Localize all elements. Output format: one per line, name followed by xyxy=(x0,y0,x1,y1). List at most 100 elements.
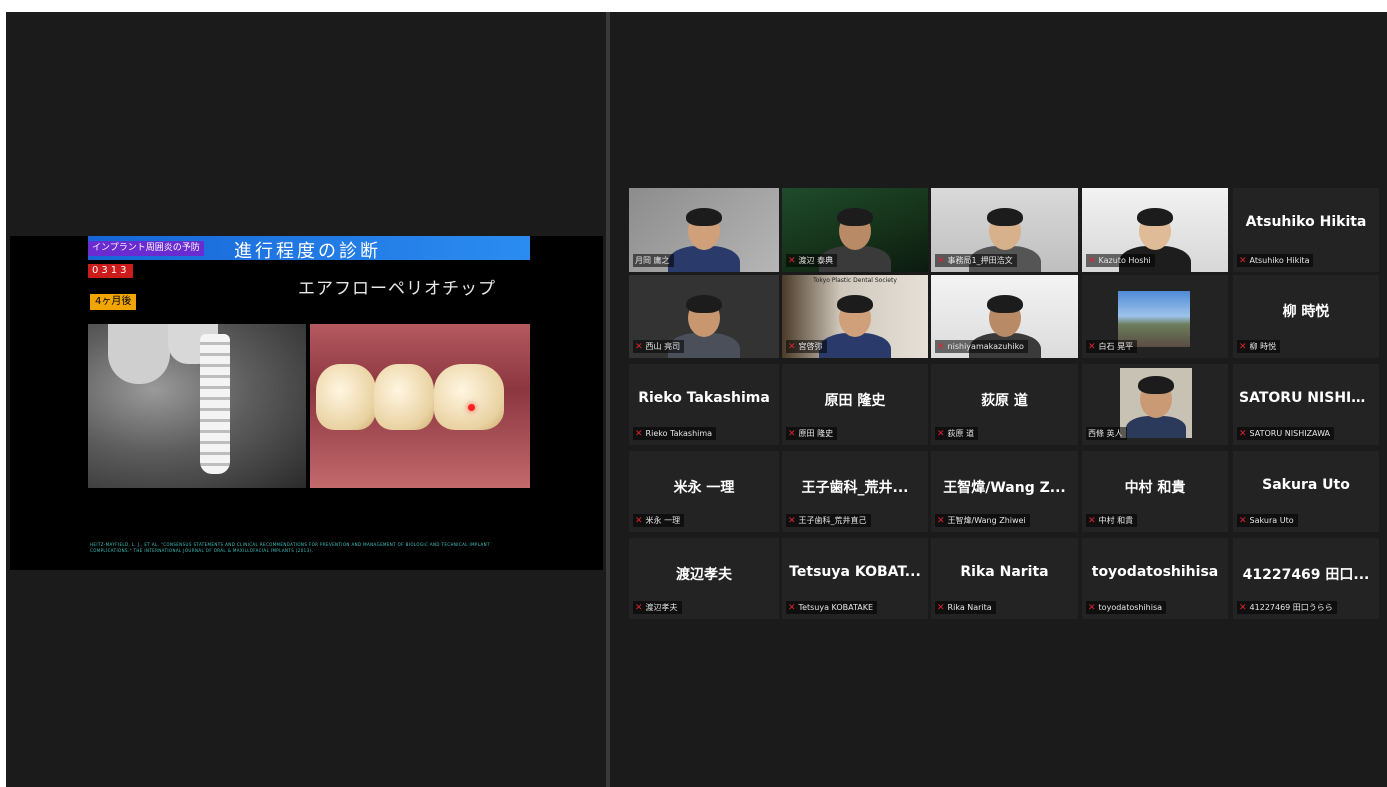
participant-display-name: Tetsuya KOBAT... xyxy=(789,564,921,580)
participant-display-name: Sakura Uto xyxy=(1262,477,1350,493)
participant-tile[interactable]: 柳 時悦 ✕ 柳 時悦 xyxy=(1233,275,1379,358)
slide-title: 進行程度の診断 xyxy=(234,241,381,262)
participant-display-name: 王智煒/Wang Z... xyxy=(943,480,1066,496)
participant-tile[interactable]: Rika Narita ✕ Rika Narita xyxy=(931,538,1078,619)
participant-name-label: ✕ nishiyamakazuhiko xyxy=(935,340,1028,353)
participant-name-label: ✕ 米永 一理 xyxy=(633,514,685,527)
participant-display-name: 王子歯科_荒井... xyxy=(801,480,909,496)
view-divider[interactable] xyxy=(606,12,610,787)
participant-name-label: ✕ 渡辺 泰典 xyxy=(786,254,838,267)
participant-name-label: ✕ 原田 隆史 xyxy=(786,427,838,440)
participant-name-label: 月岡 庸之 xyxy=(633,254,674,267)
participant-name-label: ✕ 王子歯科_荒井直己 xyxy=(786,514,871,527)
participant-display-name: 渡辺孝夫 xyxy=(676,567,732,583)
participant-display-name: 柳 時悦 xyxy=(1282,304,1330,320)
mic-muted-icon: ✕ xyxy=(937,516,945,526)
mic-muted-icon: ✕ xyxy=(788,256,796,266)
participant-tile[interactable]: ✕ 渡辺 泰典 xyxy=(782,188,928,272)
participant-display-name: 原田 隆史 xyxy=(824,393,886,409)
video-banner-text: Tokyo Plastic Dental Society xyxy=(813,277,897,284)
participant-name-label: ✕ Rika Narita xyxy=(935,601,996,614)
participant-tile[interactable]: ✕ 事務局1_押田浩文 xyxy=(931,188,1078,272)
participant-name-label: ✕ 渡辺孝夫 xyxy=(633,601,682,614)
participant-name-label: ✕ 王智煒/Wang Zhiwei xyxy=(935,514,1030,527)
participant-tile[interactable]: 渡辺孝夫 ✕ 渡辺孝夫 xyxy=(629,538,779,619)
mic-muted-icon: ✕ xyxy=(635,516,643,526)
participant-display-name: 中村 和貴 xyxy=(1124,480,1186,496)
mic-muted-icon: ✕ xyxy=(1088,603,1096,613)
mic-muted-icon: ✕ xyxy=(1088,516,1096,526)
participant-tile[interactable]: 米永 一理 ✕ 米永 一理 xyxy=(629,451,779,532)
participant-tile[interactable]: ✕ 西山 亮司 xyxy=(629,275,779,358)
mic-muted-icon: ✕ xyxy=(1088,256,1096,266)
participant-display-name: 41227469 田口... xyxy=(1242,567,1370,583)
participant-tile[interactable]: SATORU NISHIZ... ✕ SATORU NISHIZAWA xyxy=(1233,364,1379,445)
participant-display-name: 米永 一理 xyxy=(673,480,735,496)
participant-tile[interactable]: 月岡 庸之 xyxy=(629,188,779,272)
participant-name-label: ✕ Kazuto Hoshi xyxy=(1086,254,1155,267)
participant-name-label: ✕ SATORU NISHIZAWA xyxy=(1237,427,1335,440)
participant-display-name: Atsuhiko Hikita xyxy=(1245,214,1367,230)
xray-image xyxy=(88,324,306,488)
participant-display-name: Rieko Takashima xyxy=(638,390,770,406)
participant-tile[interactable]: ✕ Kazuto Hoshi xyxy=(1082,188,1228,272)
slide-reference: HEITZ-MAYFIELD, L. J., ET AL. "CONSENSUS… xyxy=(90,542,490,553)
participant-name-label: ✕ 白石 晃平 xyxy=(1086,340,1138,353)
participant-display-name: 荻原 道 xyxy=(981,393,1028,409)
presentation-slide: インプラント周囲炎の予防 進行程度の診断 0313 4ヶ月後 エアフローペリオチ… xyxy=(88,236,530,570)
mic-muted-icon: ✕ xyxy=(937,603,945,613)
mic-muted-icon: ✕ xyxy=(937,429,945,439)
participant-name-label: ✕ 事務局1_押田浩文 xyxy=(935,254,1017,267)
mic-muted-icon: ✕ xyxy=(1239,342,1247,352)
participant-name-label: 西條 英人 xyxy=(1086,427,1127,440)
participant-display-name: toyodatoshihisa xyxy=(1091,564,1219,580)
mic-muted-icon: ✕ xyxy=(635,342,643,352)
participant-tile[interactable]: toyodatoshihisa ✕ toyodatoshihisa xyxy=(1082,538,1228,619)
participant-name-label: ✕ 柳 時悦 xyxy=(1237,340,1281,353)
participant-name-label: ✕ 中村 和貴 xyxy=(1086,514,1138,527)
mic-muted-icon: ✕ xyxy=(937,256,945,266)
participant-tile[interactable]: ✕ 白石 晃平 xyxy=(1082,275,1228,358)
participant-tile[interactable]: 荻原 道 ✕ 荻原 道 xyxy=(931,364,1078,445)
mic-muted-icon: ✕ xyxy=(788,516,796,526)
clinical-photo xyxy=(310,324,530,488)
slide-tag: インプラント周囲炎の予防 xyxy=(88,241,204,256)
mic-muted-icon: ✕ xyxy=(635,603,643,613)
mic-muted-icon: ✕ xyxy=(1239,603,1247,613)
participant-name-label: ✕ 荻原 道 xyxy=(935,427,979,440)
participant-tile[interactable]: ✕ nishiyamakazuhiko xyxy=(931,275,1078,358)
participant-name-label: ✕ 宮啓弥 xyxy=(786,340,827,353)
participant-name-label: ✕ Atsuhiko Hikita xyxy=(1237,254,1314,267)
participant-name-label: ✕ Tetsuya KOBATAKE xyxy=(786,601,878,614)
participant-tile[interactable]: 西條 英人 xyxy=(1082,364,1228,445)
participant-tile[interactable]: Tokyo Plastic Dental Society ✕ 宮啓弥 xyxy=(782,275,928,358)
mic-muted-icon: ✕ xyxy=(1239,256,1247,266)
participant-tile[interactable]: Rieko Takashima ✕ Rieko Takashima xyxy=(629,364,779,445)
mic-muted-icon: ✕ xyxy=(1088,342,1096,352)
shared-screen[interactable]: インプラント周囲炎の予防 進行程度の診断 0313 4ヶ月後 エアフローペリオチ… xyxy=(10,236,603,570)
participant-name-label: ✕ 41227469 田口うらら xyxy=(1237,601,1337,614)
participant-tile[interactable]: 中村 和貴 ✕ 中村 和貴 xyxy=(1082,451,1228,532)
participant-tile[interactable]: Tetsuya KOBAT... ✕ Tetsuya KOBATAKE xyxy=(782,538,928,619)
participant-tile[interactable]: 原田 隆史 ✕ 原田 隆史 xyxy=(782,364,928,445)
slide-subtitle: エアフローペリオチップ xyxy=(298,279,496,299)
mic-muted-icon: ✕ xyxy=(788,603,796,613)
participant-name-label: ✕ Sakura Uto xyxy=(1237,514,1298,527)
participant-tile[interactable]: Atsuhiko Hikita ✕ Atsuhiko Hikita xyxy=(1233,188,1379,272)
participant-tile[interactable]: 41227469 田口... ✕ 41227469 田口うらら xyxy=(1233,538,1379,619)
slide-code: 0313 xyxy=(88,264,134,278)
participant-display-name: Rika Narita xyxy=(960,564,1049,580)
participant-name-label: ✕ 西山 亮司 xyxy=(633,340,685,353)
profile-photo xyxy=(1120,368,1192,438)
participant-tile[interactable]: 王子歯科_荒井... ✕ 王子歯科_荒井直己 xyxy=(782,451,928,532)
slide-months-badge: 4ヶ月後 xyxy=(90,294,137,310)
participant-tile[interactable]: Sakura Uto ✕ Sakura Uto xyxy=(1233,451,1379,532)
participant-display-name: SATORU NISHIZ... xyxy=(1239,390,1378,406)
laser-pointer xyxy=(468,404,475,411)
participant-name-label: ✕ toyodatoshihisa xyxy=(1086,601,1167,614)
mic-muted-icon: ✕ xyxy=(788,342,796,352)
mic-muted-icon: ✕ xyxy=(788,429,796,439)
mic-muted-icon: ✕ xyxy=(937,342,945,352)
participant-tile[interactable]: 王智煒/Wang Z... ✕ 王智煒/Wang Zhiwei xyxy=(931,451,1078,532)
mic-muted-icon: ✕ xyxy=(1239,516,1247,526)
